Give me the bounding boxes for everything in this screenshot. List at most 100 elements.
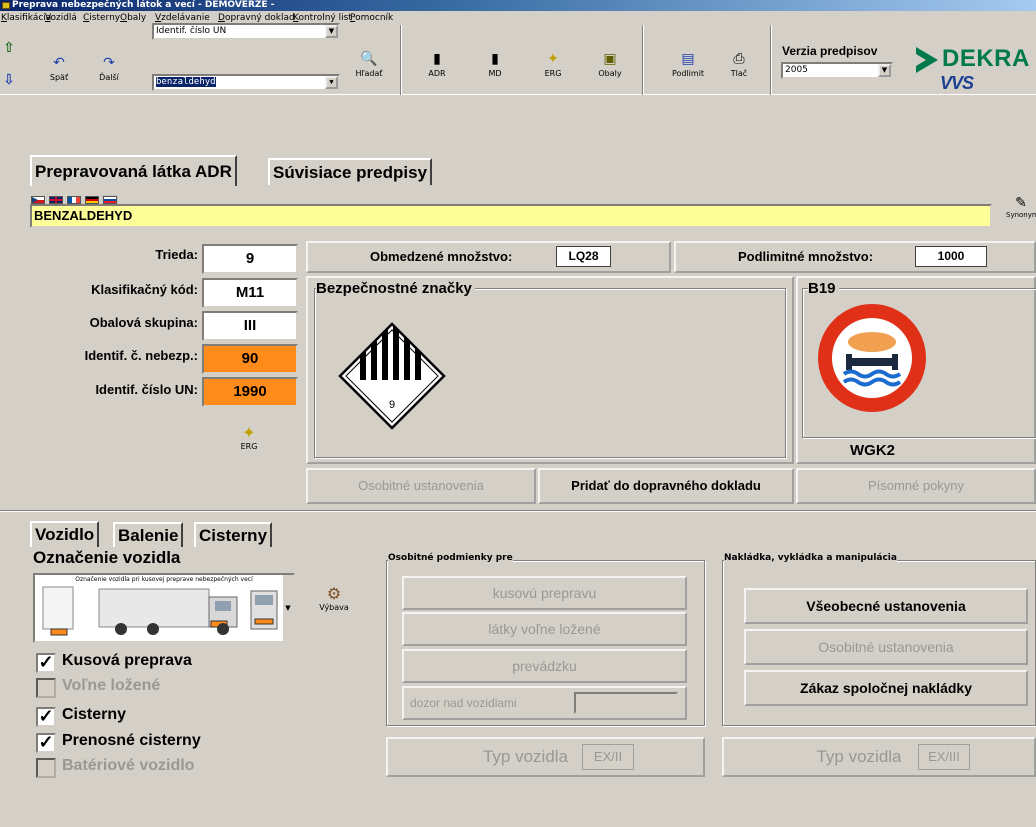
next-label: Ďalší	[99, 73, 119, 82]
book-icon: ▮	[433, 51, 441, 67]
title-bar: Preprava nebezpečných látok a vecí - DEM…	[0, 0, 1036, 11]
special-provisions-loading-button[interactable]: Osobitné ustanovenia	[744, 629, 1028, 665]
print-button[interactable]: ⎙ Tlač	[722, 51, 756, 79]
checkbox-empty[interactable]	[36, 678, 56, 698]
packing-group-label: Obalová skupina:	[89, 315, 198, 330]
limited-quantity-value: LQ28	[556, 246, 611, 267]
tab-tanks[interactable]: Cisterny	[194, 522, 273, 547]
toolbar-separator	[642, 25, 644, 95]
supervision-field	[574, 692, 678, 714]
checkbox-battery-vehicle[interactable]: Batériové vozidlo	[36, 757, 194, 778]
checkbox-piece-transport[interactable]: ✓ Kusová preprava	[36, 652, 192, 673]
menu-obaly[interactable]: Obaly	[120, 12, 146, 24]
general-provisions-button[interactable]: Všeobecné ustanovenia	[744, 588, 1028, 624]
checkbox-label: Prenosné cisterny	[62, 732, 201, 749]
vehicle-supervision-button[interactable]: dozor nad vozidlami	[402, 686, 687, 720]
checkmark-icon[interactable]: ✓	[36, 653, 56, 673]
redo-icon: ↷	[103, 55, 115, 71]
safety-signs-title: Bezpečnostné značky	[316, 280, 475, 297]
vehicle-marking-caption: Označenie vozidla pri kusovej preprave n…	[75, 576, 253, 583]
erg-small-label: ERG	[240, 442, 258, 451]
class-label: Trieda:	[155, 247, 198, 262]
menu-klasifikacia[interactable]: Klasifikácia	[1, 12, 51, 24]
erg-label: ERG	[544, 69, 562, 78]
tab-packaging[interactable]: Balenie	[113, 522, 184, 547]
vehicle-type-left-button[interactable]: Typ vozidla EX/II	[386, 737, 705, 777]
chevron-down-icon[interactable]: ▼	[283, 575, 293, 641]
written-instructions-button[interactable]: Písomné pokyny	[796, 468, 1036, 504]
search-input[interactable]: benzaldehyd ▼	[152, 74, 340, 91]
checkbox-portable-tanks[interactable]: ✓ Prenosné cisterny	[36, 732, 201, 753]
flag-fr-icon[interactable]	[67, 196, 81, 204]
section-divider	[0, 510, 1036, 512]
tab-related-regulations[interactable]: Súvisiace predpisy	[268, 158, 433, 185]
checkbox-empty[interactable]	[36, 758, 56, 778]
down-arrow-icon[interactable]: ⇩	[2, 73, 16, 87]
loading-title: Nakládka, vykládka a manipulácia	[724, 553, 897, 563]
checkbox-tanks[interactable]: ✓ Cisterny	[36, 706, 127, 727]
flag-gb-icon[interactable]	[49, 196, 63, 204]
chevron-down-icon[interactable]: ▼	[325, 25, 338, 38]
erg-icon: ✦	[242, 423, 256, 442]
tab-vehicle[interactable]: Vozidlo	[30, 521, 100, 547]
limited-quantity-panel: Obmedzené množstvo: LQ28	[306, 241, 671, 273]
substance-name-field[interactable]: BENZALDEHYD	[30, 204, 992, 228]
packaging-button[interactable]: ▣ Obaly	[592, 51, 628, 79]
menu-vozidla[interactable]: Vozidlá	[45, 12, 77, 24]
erg-small-button[interactable]: ✦ ERG	[234, 423, 264, 452]
window-title: Preprava nebezpečných látok a vecí - DEM…	[12, 0, 275, 10]
flag-sk-icon[interactable]	[103, 196, 117, 204]
vehicle-marking-select[interactable]: Označenie vozidla pri kusovej preprave n…	[33, 573, 295, 643]
checkbox-bulk[interactable]: Voľne ložené	[36, 677, 160, 698]
md-button[interactable]: ▮ MD	[478, 51, 512, 79]
flag-de-icon[interactable]	[85, 196, 99, 204]
up-arrow-icon[interactable]: ⇧	[2, 41, 16, 55]
mixed-loading-prohibition-button[interactable]: Zákaz spoločnej nakládky	[744, 670, 1028, 706]
hazard-id-value: 90	[202, 344, 298, 374]
synonyms-button[interactable]: ✎ Synonymá	[1006, 195, 1036, 220]
menu-cisterny[interactable]: Cisterny	[83, 12, 120, 24]
binoculars-icon: 🔍	[360, 51, 378, 67]
chevron-down-icon[interactable]: ▼	[878, 64, 891, 77]
next-button[interactable]: ↷ Ďalší	[94, 55, 124, 83]
tab-substance-adr[interactable]: Prepravovaná látka ADR	[30, 155, 237, 186]
vehicle-type-left-label: Typ vozidla	[482, 747, 569, 766]
logo: DEKRA VVS	[916, 45, 1034, 93]
bulk-conditions-button[interactable]: látky voľne ložené	[402, 612, 687, 646]
equipment-button[interactable]: ⚙ Výbava	[314, 585, 354, 613]
sublimit-quantity-value: 1000	[915, 246, 987, 267]
chevron-down-icon[interactable]: ▼	[325, 76, 338, 89]
special-provisions-button[interactable]: Osobitné ustanovenia	[306, 468, 536, 504]
toolbar-separator	[400, 25, 402, 95]
pencil-icon: ✎	[1015, 195, 1027, 211]
checkmark-icon[interactable]: ✓	[36, 707, 56, 727]
erg-button[interactable]: ✦ ERG	[536, 51, 570, 79]
menu-pomocnik[interactable]: Pomocník	[350, 12, 393, 24]
search-button[interactable]: 🔍 Hľadať	[352, 51, 386, 79]
equipment-label: Výbava	[319, 603, 349, 612]
piece-transport-conditions-button[interactable]: kusovú prepravu	[402, 576, 687, 610]
back-label: Späť	[49, 73, 69, 82]
class-value: 9	[202, 244, 298, 274]
regulations-version-select[interactable]: 2005 ▼	[781, 62, 893, 79]
adr-button[interactable]: ▮ ADR	[420, 51, 454, 79]
special-conditions-title: Osobitné podmienky pre	[388, 553, 513, 563]
add-to-document-button[interactable]: Pridať do dopravného dokladu	[538, 468, 794, 504]
sublimit-button[interactable]: ▤ Podlimit	[668, 51, 708, 79]
b19-title: B19	[808, 280, 839, 297]
sublimit-label: Podlimit	[671, 69, 705, 78]
vehicle-type-right-button[interactable]: Typ vozidla EX/III	[722, 737, 1036, 777]
book-icon: ▮	[491, 51, 499, 67]
limited-quantity-label: Obmedzené množstvo:	[370, 249, 513, 264]
md-label: MD	[488, 69, 502, 78]
vehicle-supervision-label: dozor nad vozidlami	[410, 696, 517, 710]
un-number-label: Identif. číslo UN:	[95, 382, 198, 397]
back-button[interactable]: ↶ Späť	[44, 55, 74, 83]
checkmark-icon[interactable]: ✓	[36, 733, 56, 753]
flag-cz-icon[interactable]	[31, 196, 45, 204]
search-type-select[interactable]: Identif. číslo UN ▼	[152, 23, 340, 40]
operation-conditions-button[interactable]: prevádzku	[402, 649, 687, 683]
wgk-label: WGK2	[850, 442, 895, 459]
checkbox-label: Cisterny	[62, 706, 127, 723]
search-label: Hľadať	[355, 69, 383, 78]
